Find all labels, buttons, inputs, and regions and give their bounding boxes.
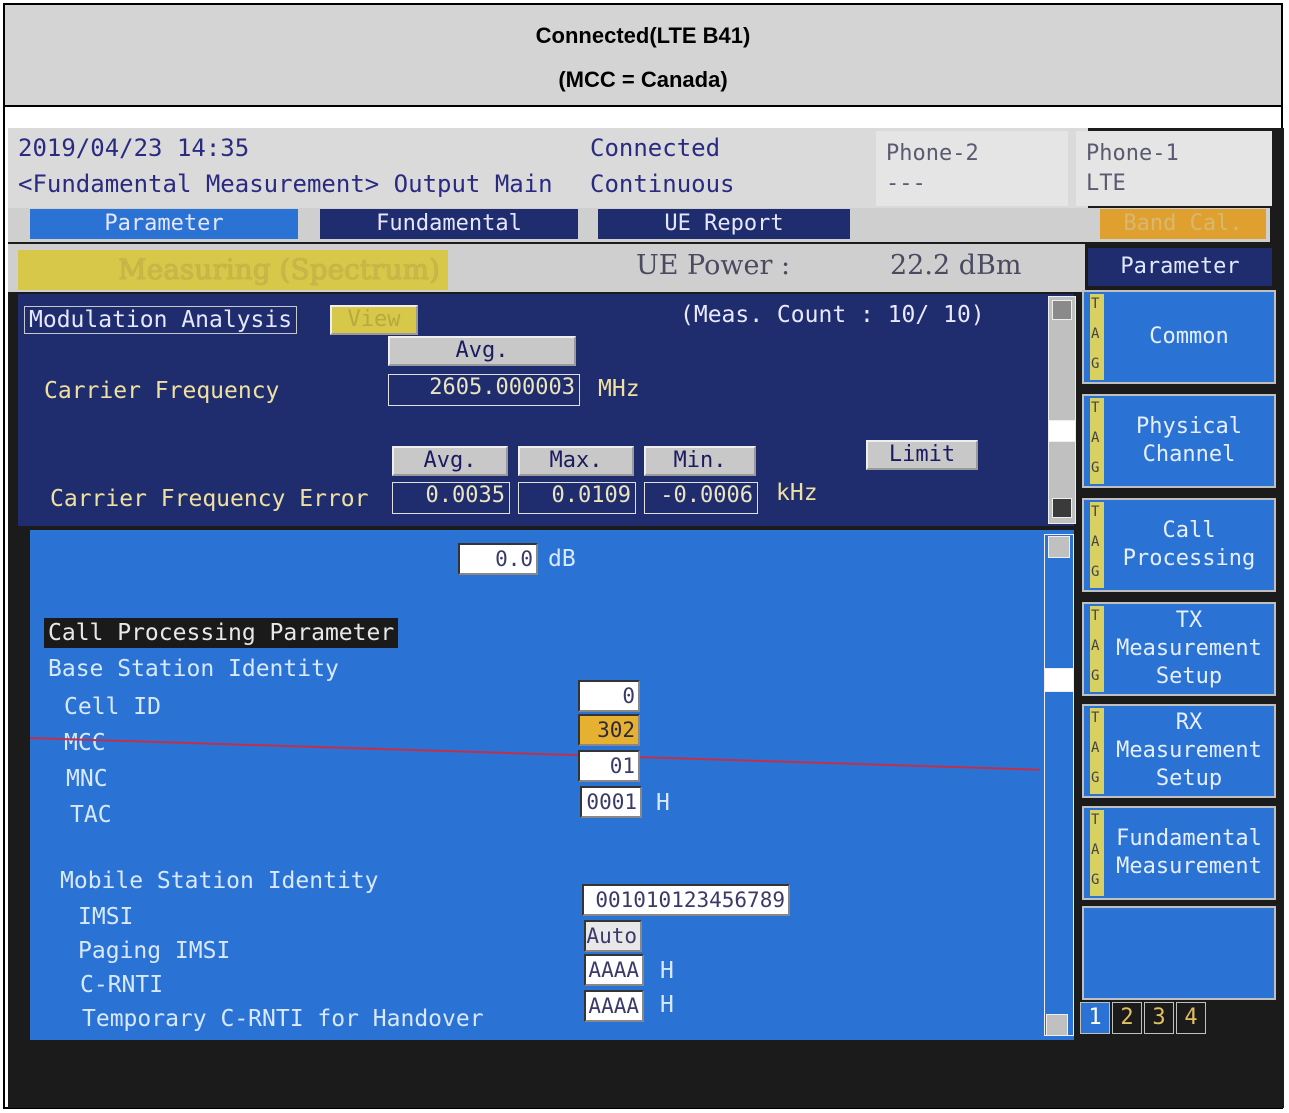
caption-line-2: (MCC = Canada): [558, 67, 728, 92]
base-station-identity-title: Base Station Identity: [48, 656, 339, 682]
tag-icon: TAG: [1090, 398, 1104, 484]
error-avg-button[interactable]: Avg.: [392, 446, 508, 476]
carrier-frequency-error-label: Carrier Frequency Error: [50, 486, 369, 512]
error-avg-value: 0.0035: [392, 482, 510, 514]
db-field[interactable]: 0.0: [458, 543, 538, 575]
carrier-frequency-label: Carrier Frequency: [44, 378, 280, 404]
tag-icon: TAG: [1090, 502, 1104, 588]
cell-id-label: Cell ID: [64, 694, 161, 720]
side-call-processing-label: Call Processing: [1122, 518, 1256, 571]
avg-header-button[interactable]: Avg.: [388, 336, 576, 366]
phone-2-value: ---: [886, 171, 926, 196]
page-selector: 1234: [1080, 1002, 1208, 1034]
c-rnti-field[interactable]: AAAA: [584, 954, 644, 986]
mcc-label: MCC: [64, 730, 106, 756]
mcc-field[interactable]: 302: [578, 714, 640, 746]
mnc-label: MNC: [66, 766, 108, 792]
measuring-indicator: Measuring (Spectrum): [18, 250, 448, 290]
breadcrumb: <Fundamental Measurement> Output Main: [18, 170, 553, 198]
lower-scroll-down-icon[interactable]: [1046, 1014, 1068, 1036]
side-fundamental-measurement-button[interactable]: TAG Fundamental Measurement: [1082, 806, 1276, 900]
tag-icon: TAG: [1090, 606, 1104, 692]
caption-line-1: Connected(LTE B41): [535, 23, 751, 48]
paging-imsi-label: Paging IMSI: [78, 938, 231, 964]
page-2-button[interactable]: 2: [1112, 1002, 1142, 1034]
imsi-label: IMSI: [78, 904, 134, 930]
tab-parameter[interactable]: Parameter: [30, 209, 298, 239]
side-common-button[interactable]: TAG Common: [1082, 290, 1276, 384]
side-tx-measurement-setup-label: TX Measurement Setup: [1116, 608, 1262, 689]
page-4-button[interactable]: 4: [1176, 1002, 1206, 1034]
side-call-processing-button[interactable]: TAG Call Processing: [1082, 498, 1276, 592]
call-processing-title: Call Processing Parameter: [44, 618, 399, 648]
tag-icon: TAG: [1090, 294, 1104, 380]
mobile-station-identity-title: Mobile Station Identity: [60, 868, 379, 894]
error-unit: kHz: [776, 480, 818, 506]
page-3-button[interactable]: 3: [1144, 1002, 1174, 1034]
measurement-mode: Continuous: [590, 170, 735, 198]
view-button[interactable]: View: [330, 305, 418, 335]
side-common-label: Common: [1149, 324, 1229, 349]
tab-fundamental[interactable]: Fundamental: [320, 209, 578, 239]
side-fundamental-measurement-label: Fundamental Measurement: [1116, 826, 1262, 879]
upper-scroll-up-icon[interactable]: [1052, 300, 1072, 320]
phone-1-status: Phone-1 LTE: [1076, 131, 1272, 206]
figure-caption: Connected(LTE B41) (MCC = Canada): [5, 5, 1281, 107]
upper-scroll-down-icon[interactable]: [1052, 498, 1072, 518]
modulation-analysis-title: Modulation Analysis: [24, 306, 298, 334]
lower-scroll-up-icon[interactable]: [1048, 536, 1070, 558]
meas-count: (Meas. Count : 10/ 10): [680, 302, 985, 328]
error-min-value: -0.0006: [644, 482, 758, 514]
tab-ue-report[interactable]: UE Report: [598, 209, 850, 239]
side-tx-measurement-setup-button[interactable]: TAG TX Measurement Setup: [1082, 602, 1276, 696]
c-rnti-unit: H: [660, 958, 674, 984]
temp-c-rnti-label: Temporary C-RNTI for Handover: [82, 1006, 484, 1032]
phone-1-value: LTE: [1086, 171, 1126, 196]
carrier-frequency-value: 2605.000003: [388, 374, 580, 406]
lower-scroll-thumb[interactable]: [1044, 668, 1074, 692]
side-rx-measurement-setup-label: RX Measurement Setup: [1116, 710, 1262, 791]
side-rx-measurement-setup-button[interactable]: TAG RX Measurement Setup: [1082, 704, 1276, 798]
side-empty-button[interactable]: [1082, 906, 1276, 1000]
side-menu-header: Parameter: [1088, 248, 1272, 286]
error-min-button[interactable]: Min.: [644, 446, 756, 476]
ue-power-label: UE Power :: [636, 250, 791, 281]
mnc-field[interactable]: 01: [578, 750, 640, 782]
db-unit: dB: [548, 546, 576, 572]
connection-state: Connected: [590, 134, 721, 162]
lower-scrollbar[interactable]: [1044, 534, 1074, 1036]
carrier-frequency-unit: MHz: [598, 376, 640, 402]
imsi-field[interactable]: 001010123456789: [582, 884, 790, 916]
paging-imsi-field[interactable]: Auto: [584, 920, 642, 952]
side-physical-channel-button[interactable]: TAG Physical Channel: [1082, 394, 1276, 488]
tag-icon: TAG: [1090, 708, 1104, 794]
cell-id-field[interactable]: 0: [578, 680, 640, 712]
tac-label: TAC: [70, 802, 112, 828]
upper-scrollbar[interactable]: [1048, 296, 1076, 524]
side-physical-channel-label: Physical Channel: [1136, 414, 1242, 467]
c-rnti-label: C-RNTI: [80, 972, 164, 998]
tac-unit: H: [656, 790, 670, 816]
phone-1-label: Phone-1: [1086, 141, 1179, 166]
upper-scroll-thumb[interactable]: [1048, 420, 1076, 442]
temp-c-rnti-field[interactable]: AAAA: [584, 990, 644, 1022]
error-max-value: 0.0109: [518, 482, 636, 514]
side-empty-label: [1104, 908, 1274, 998]
tac-field[interactable]: 0001: [580, 786, 642, 818]
ue-power-value: 22.2 dBm: [890, 250, 1022, 281]
datetime: 2019/04/23 14:35: [18, 134, 250, 162]
band-cal-button[interactable]: Band Cal.: [1100, 209, 1266, 239]
tag-icon: TAG: [1090, 810, 1104, 896]
error-max-button[interactable]: Max.: [518, 446, 634, 476]
limit-button[interactable]: Limit: [866, 440, 978, 470]
temp-c-rnti-unit: H: [660, 992, 674, 1018]
phone-2-label: Phone-2: [886, 141, 979, 166]
page-1-button[interactable]: 1: [1080, 1002, 1110, 1034]
phone-2-status: Phone-2 ---: [876, 131, 1068, 206]
